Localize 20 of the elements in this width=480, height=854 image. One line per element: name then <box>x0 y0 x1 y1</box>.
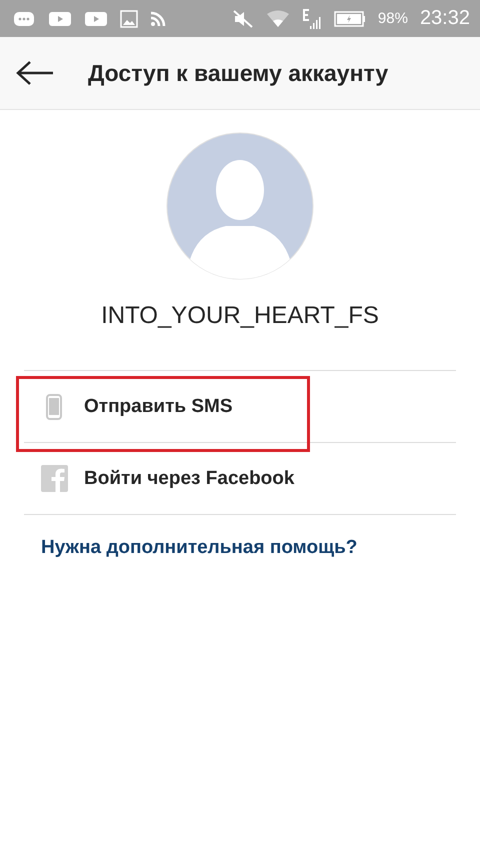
avatar-icon <box>166 132 314 280</box>
rss-icon <box>150 10 166 26</box>
option-row[interactable]: Войти через Facebook <box>24 443 456 515</box>
play-icon <box>48 10 72 28</box>
screen-title: Доступ к вашему аккаунту <box>88 60 388 86</box>
phone-icon <box>46 394 62 420</box>
image-icon <box>120 10 138 28</box>
option-row[interactable]: Отправить SMS <box>24 371 456 443</box>
facebook-icon <box>40 465 68 492</box>
mute-icon <box>232 8 254 28</box>
battery-level: 98% <box>378 10 408 27</box>
play-icon <box>84 10 108 28</box>
clock: 23:32 <box>420 7 470 30</box>
back-arrow-icon <box>16 60 54 86</box>
wifi-icon <box>266 10 290 28</box>
username: INTO_YOUR_HEART_FS <box>101 302 379 330</box>
signal-icon <box>302 8 322 30</box>
help-link[interactable]: Нужна дополнительная помощь? <box>41 537 358 559</box>
chat-icon <box>12 10 36 28</box>
battery-icon <box>334 10 366 28</box>
